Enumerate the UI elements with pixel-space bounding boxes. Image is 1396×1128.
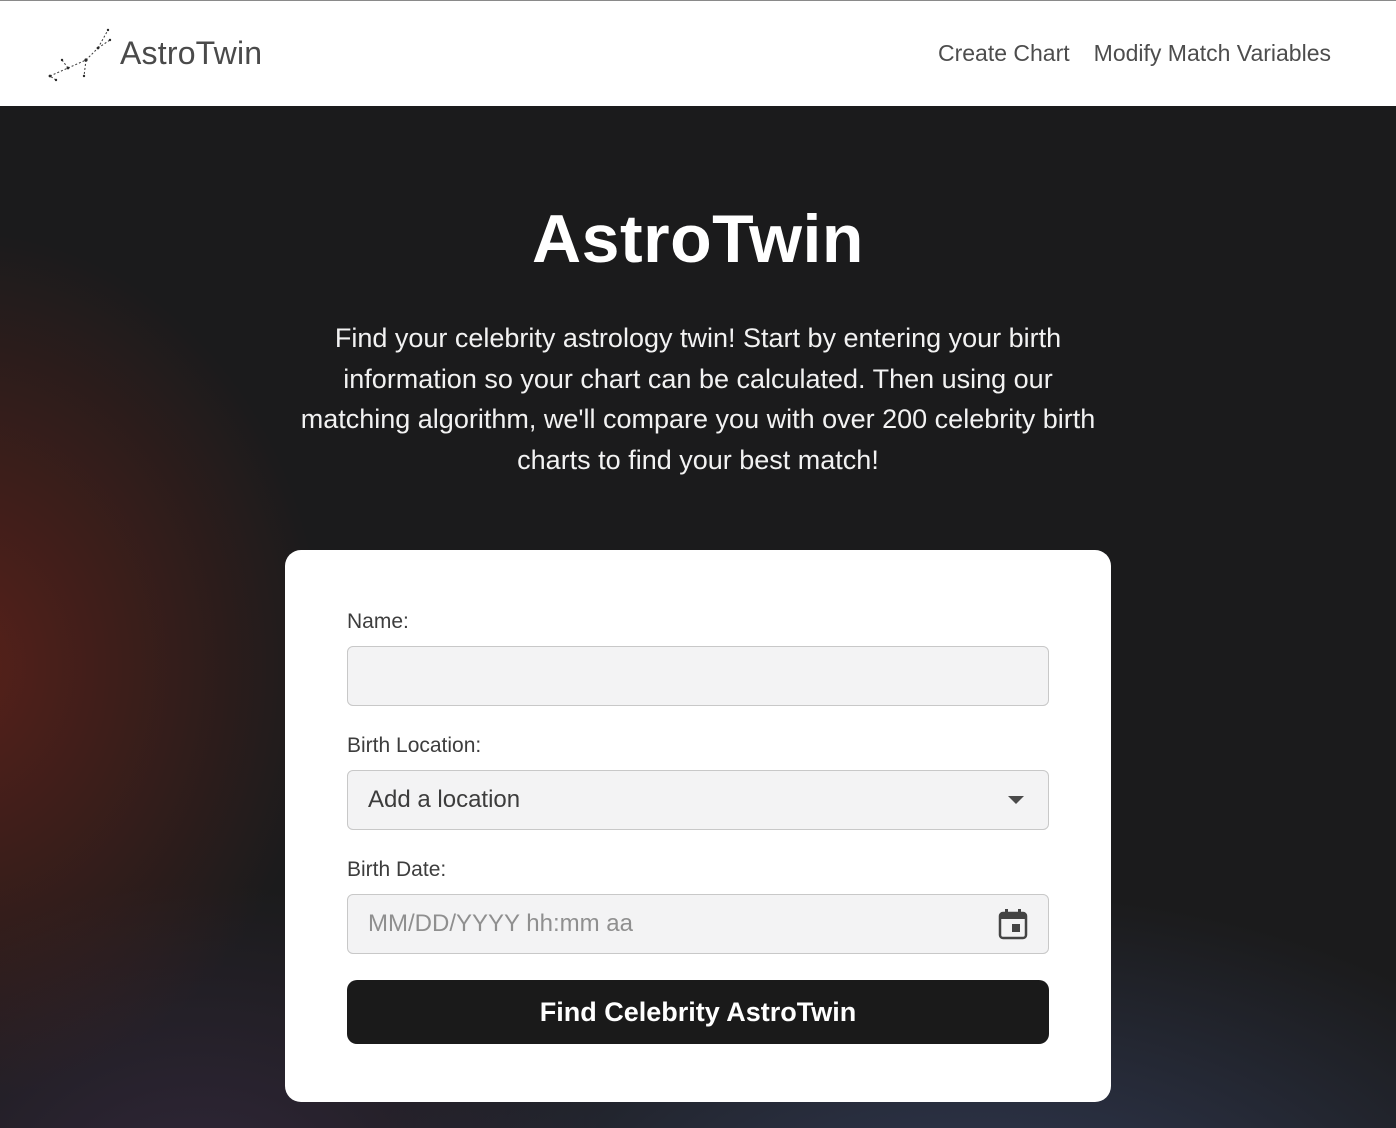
name-label: Name: <box>347 610 409 633</box>
chevron-down-icon[interactable] <box>1008 796 1024 804</box>
birth-date-placeholder: MM/DD/YYYY hh:mm aa <box>368 910 633 937</box>
page-title: AstroTwin <box>532 201 864 277</box>
birth-location-value: Add a location <box>368 786 521 813</box>
hero-description: Find your celebrity astrology twin! Star… <box>300 323 1096 475</box>
brand-name: AstroTwin <box>120 35 263 71</box>
birth-info-form: Name: Birth Location: Add a location Bir… <box>285 550 1111 1102</box>
birth-location-select[interactable]: Add a location <box>347 770 1049 830</box>
hero-section: AstroTwin Find your celebrity astrology … <box>0 106 1396 1128</box>
nav-create-chart[interactable]: Create Chart <box>938 40 1070 67</box>
top-navbar: AstroTwin Create Chart Modify Match Vari… <box>0 0 1396 106</box>
name-input[interactable] <box>347 646 1049 706</box>
nav-modify-match-variables[interactable]: Modify Match Variables <box>1094 40 1331 67</box>
constellation-icon <box>46 20 114 88</box>
birth-location-label: Birth Location: <box>347 734 482 757</box>
birth-date-label: Birth Date: <box>347 858 447 881</box>
calendar-icon[interactable] <box>998 908 1028 940</box>
birth-date-input[interactable]: MM/DD/YYYY hh:mm aa <box>347 894 1049 954</box>
main-nav: Create Chart Modify Match Variables <box>938 40 1331 67</box>
find-astrotwin-button[interactable]: Find Celebrity AstroTwin <box>347 980 1049 1044</box>
brand[interactable]: AstroTwin <box>46 20 262 88</box>
